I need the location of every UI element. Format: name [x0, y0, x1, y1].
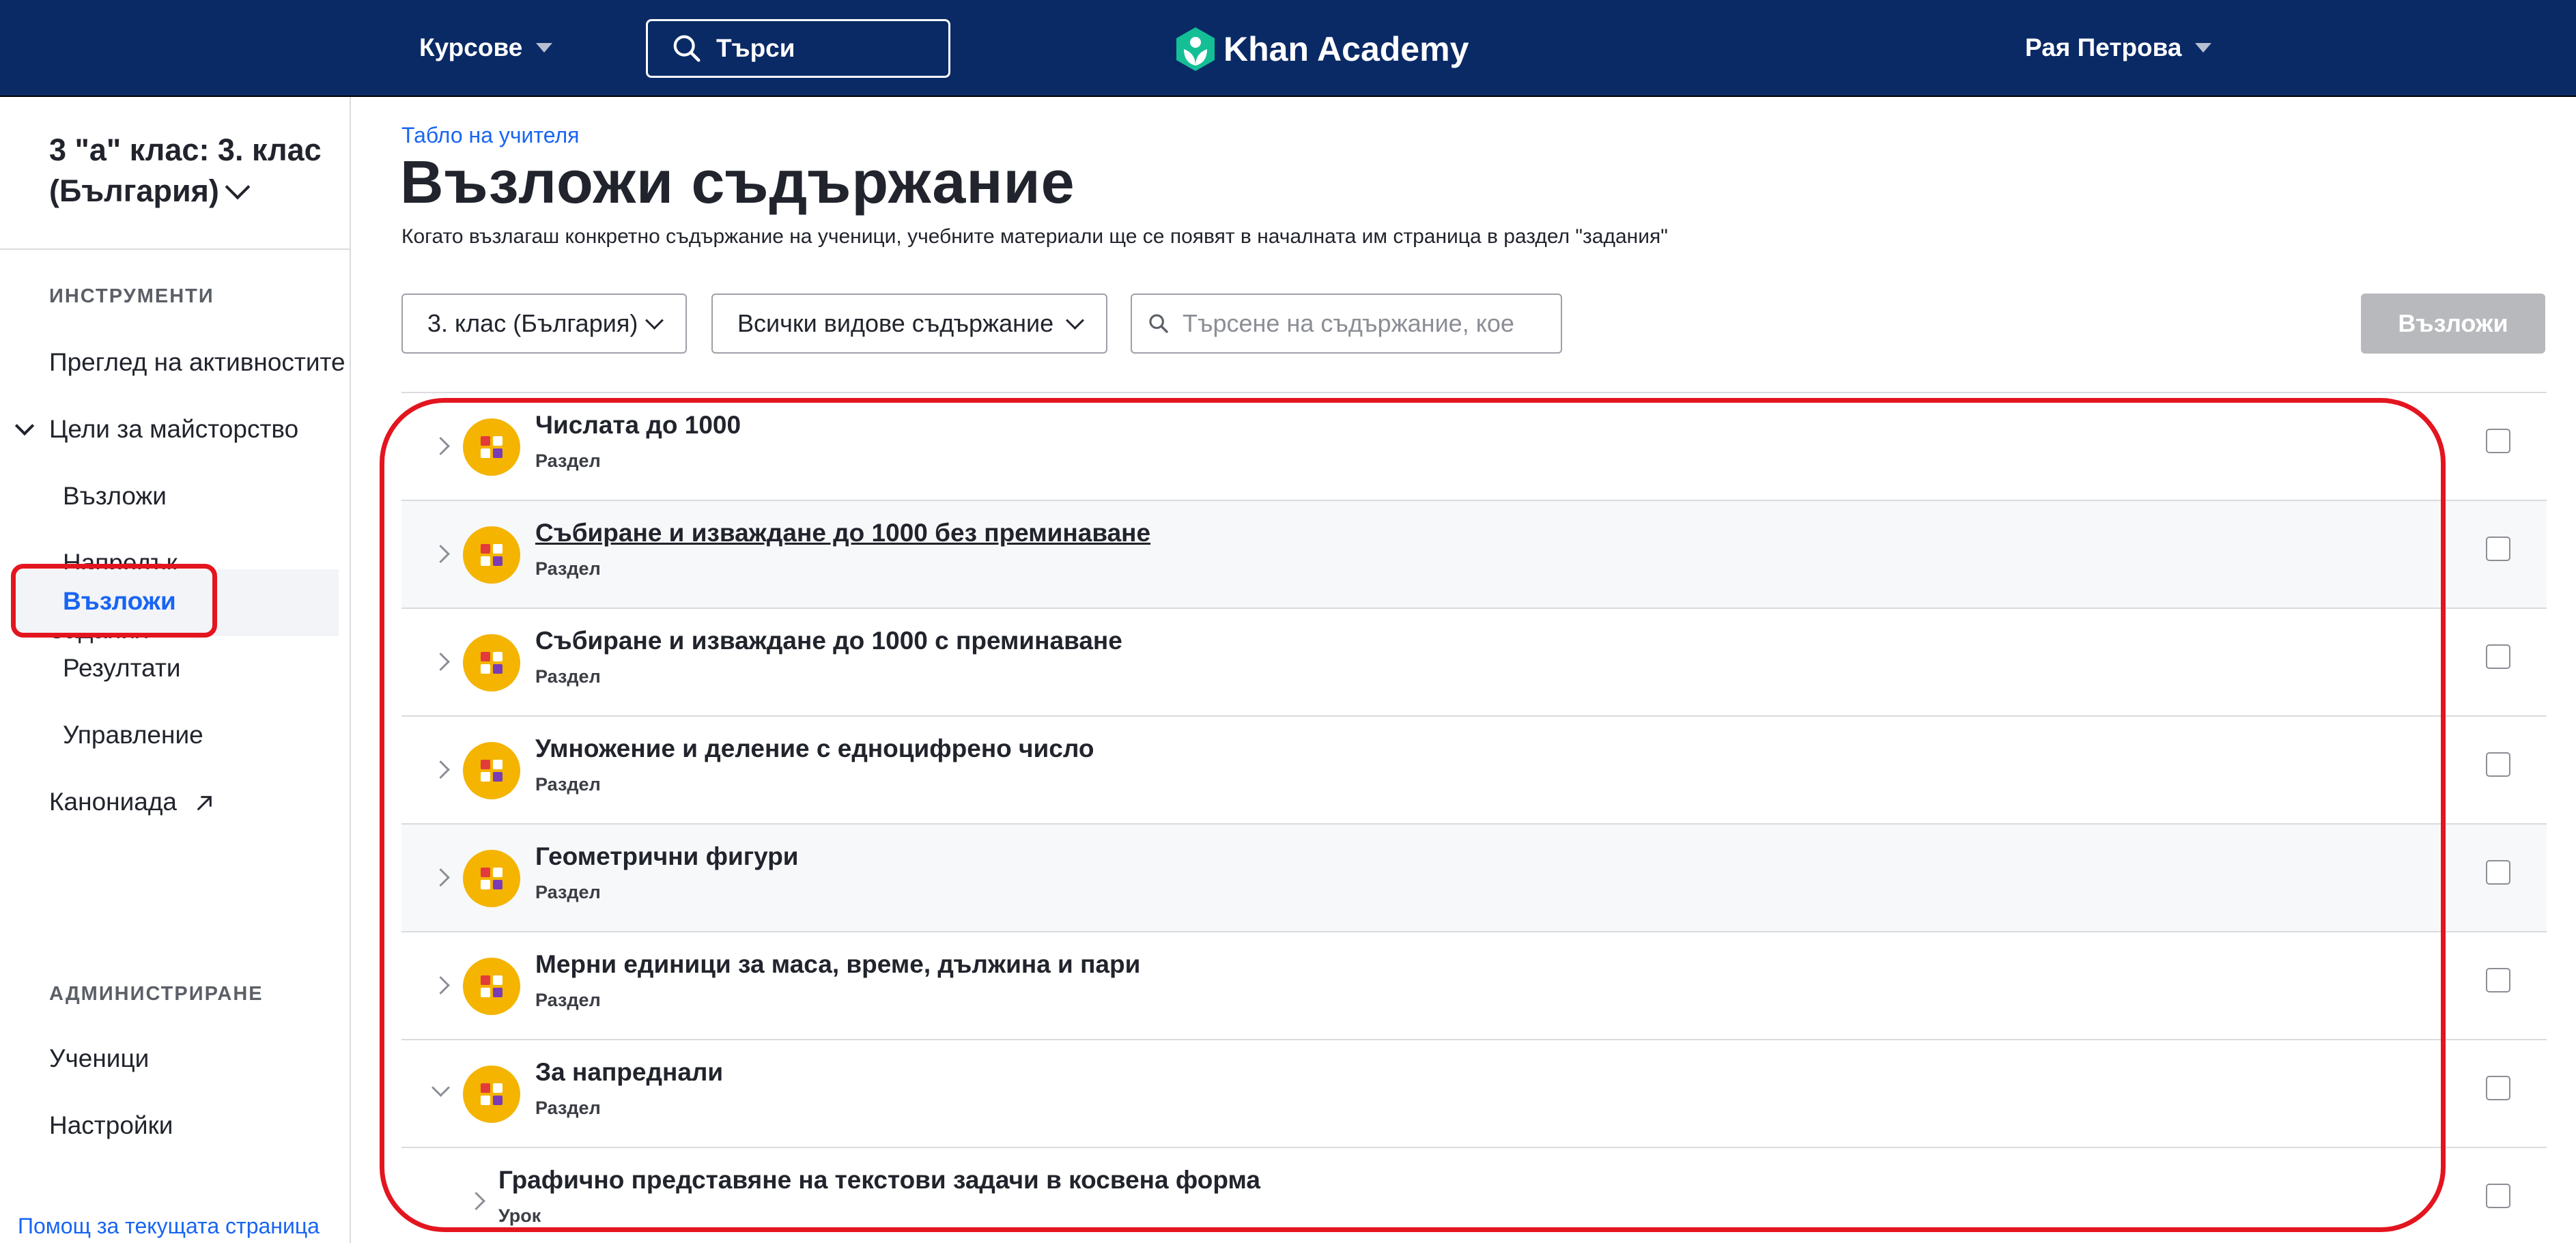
chevron-down-icon[interactable]	[14, 416, 35, 436]
chevron-right-icon[interactable]	[431, 760, 450, 779]
row-type: Раздел	[535, 451, 601, 471]
chevron-right-icon[interactable]	[431, 868, 450, 887]
row-type: Раздел	[535, 990, 601, 1010]
row-title[interactable]: Умножение и деление с едноцифрено число	[535, 734, 1094, 763]
row-title[interactable]: За напреднали	[535, 1058, 723, 1087]
page-title: Възложи съдържание	[400, 148, 1075, 216]
chevron-down-icon	[225, 174, 251, 200]
sidebar-item-manage[interactable]: Управление	[63, 721, 203, 749]
user-name: Рая Петрова	[2025, 33, 2182, 61]
sidebar-item-mastery-assign[interactable]: Възложи	[63, 482, 167, 511]
math-unit-icon	[463, 634, 520, 691]
top-navigation-bar: Курсове Търси Khan Academy Рая Петрова	[0, 0, 2576, 97]
grade-filter-value: 3. клас (България)	[427, 309, 638, 337]
row-title[interactable]: Геометрични фигури	[535, 842, 799, 871]
content-row[interactable]: Събиране и изваждане до 1000 без премина…	[401, 500, 2547, 608]
grade-filter-dropdown[interactable]: 3. клас (България)	[401, 294, 687, 354]
row-checkbox[interactable]	[2486, 537, 2510, 561]
row-type: Раздел	[535, 882, 601, 902]
teacher-sidebar: 3 "а" клас: 3. клас (България) ИНСТРУМЕН…	[0, 97, 351, 1243]
content-search[interactable]	[1131, 294, 1562, 354]
content-row[interactable]: Геометрични фигури Раздел	[401, 823, 2547, 931]
logo-text: Khan Academy	[1223, 30, 1469, 68]
external-link-icon	[197, 796, 212, 811]
chevron-down-icon	[536, 43, 553, 53]
row-type: Раздел	[535, 558, 601, 579]
row-type: Раздел	[535, 1098, 601, 1118]
math-unit-icon	[463, 850, 520, 907]
highlight-box-assign	[11, 564, 217, 638]
row-title[interactable]: Събиране и изваждане до 1000 с преминава…	[535, 627, 1122, 655]
chevron-down-icon	[645, 311, 664, 330]
content-type-dropdown[interactable]: Всички видове съдържание	[711, 294, 1107, 354]
chevron-down-icon	[1066, 311, 1084, 330]
row-title[interactable]: Събиране и изваждане до 1000 без премина…	[535, 519, 1150, 547]
content-type-value: Всички видове съдържание	[737, 309, 1054, 337]
help-link[interactable]: Помощ за текущата страница	[18, 1214, 320, 1239]
courses-label: Курсове	[419, 33, 523, 61]
sidebar-item-mastery-goals[interactable]: Цели за майсторство	[49, 415, 298, 444]
breadcrumb[interactable]: Табло на учителя	[401, 123, 579, 148]
search-icon	[673, 35, 700, 62]
row-type: Раздел	[535, 774, 601, 795]
page-description: Когато възлагаш конкретно съдържание на …	[401, 225, 1668, 248]
math-unit-icon	[463, 526, 520, 584]
row-checkbox[interactable]	[2486, 1076, 2510, 1100]
chevron-right-icon[interactable]	[431, 545, 450, 563]
tools-heading: ИНСТРУМЕНТИ	[49, 285, 214, 307]
row-type: Урок	[498, 1205, 541, 1226]
sidebar-item-settings[interactable]: Настройки	[49, 1111, 173, 1140]
row-checkbox[interactable]	[2486, 1184, 2510, 1208]
search-icon	[1149, 314, 1168, 333]
row-title[interactable]: Числата до 1000	[535, 411, 741, 440]
content-row[interactable]: За напреднали Раздел	[401, 1039, 2547, 1147]
content-row[interactable]: Умножение и деление с едноцифрено число …	[401, 715, 2547, 823]
content-row[interactable]: Събиране и изваждане до 1000 с преминава…	[401, 608, 2547, 715]
sidebar-divider	[0, 248, 351, 250]
sidebar-item-students[interactable]: Ученици	[49, 1044, 149, 1073]
class-switcher[interactable]: 3 "а" клас: 3. клас (България)	[49, 130, 336, 212]
row-type: Раздел	[535, 666, 601, 687]
row-title[interactable]: Мерни единици за маса, време, дължина и …	[535, 950, 1140, 979]
user-menu[interactable]: Рая Петрова	[2025, 29, 2212, 67]
content-row[interactable]: Мерни единици за маса, време, дължина и …	[401, 931, 2547, 1039]
row-checkbox[interactable]	[2486, 429, 2510, 453]
chevron-right-icon[interactable]	[431, 437, 450, 455]
chevron-down-icon[interactable]	[431, 1078, 450, 1097]
content-row[interactable]: Числата до 1000 Раздел	[401, 392, 2547, 500]
math-unit-icon	[463, 1066, 520, 1123]
courses-menu[interactable]: Курсове	[419, 29, 553, 67]
row-checkbox[interactable]	[2486, 644, 2510, 669]
assign-button[interactable]: Възложи	[2361, 294, 2545, 354]
sidebar-item-results[interactable]: Резултати	[63, 654, 181, 683]
row-checkbox[interactable]	[2486, 752, 2510, 777]
admin-heading: АДМИНИСТРИРАНЕ	[49, 983, 264, 1005]
chevron-right-icon[interactable]	[431, 653, 450, 671]
math-unit-icon	[463, 958, 520, 1015]
chevron-right-icon[interactable]	[467, 1192, 485, 1210]
row-checkbox[interactable]	[2486, 968, 2510, 992]
global-search-label: Търси	[716, 34, 795, 62]
kanoniada-label: Канониада	[49, 788, 177, 816]
content-row-lesson[interactable]: Графично представяне на текстови задачи …	[401, 1147, 2547, 1243]
math-unit-icon	[463, 418, 520, 476]
chevron-down-icon	[2195, 43, 2212, 53]
class-name: 3 "а" клас: 3. клас (България)	[49, 132, 322, 208]
khan-academy-logo[interactable]: Khan Academy	[1174, 25, 1469, 74]
row-checkbox[interactable]	[2486, 860, 2510, 885]
content-search-input[interactable]	[1181, 309, 1539, 339]
row-title[interactable]: Графично представяне на текстови задачи …	[498, 1166, 1260, 1195]
global-search-button[interactable]: Търси	[646, 19, 950, 78]
sidebar-item-kanoniada[interactable]: Канониада	[49, 788, 214, 816]
math-unit-icon	[463, 742, 520, 799]
sidebar-item-activity-overview[interactable]: Преглед на активностите	[49, 348, 345, 377]
chevron-right-icon[interactable]	[431, 976, 450, 995]
khan-academy-logo-icon	[1176, 27, 1215, 71]
